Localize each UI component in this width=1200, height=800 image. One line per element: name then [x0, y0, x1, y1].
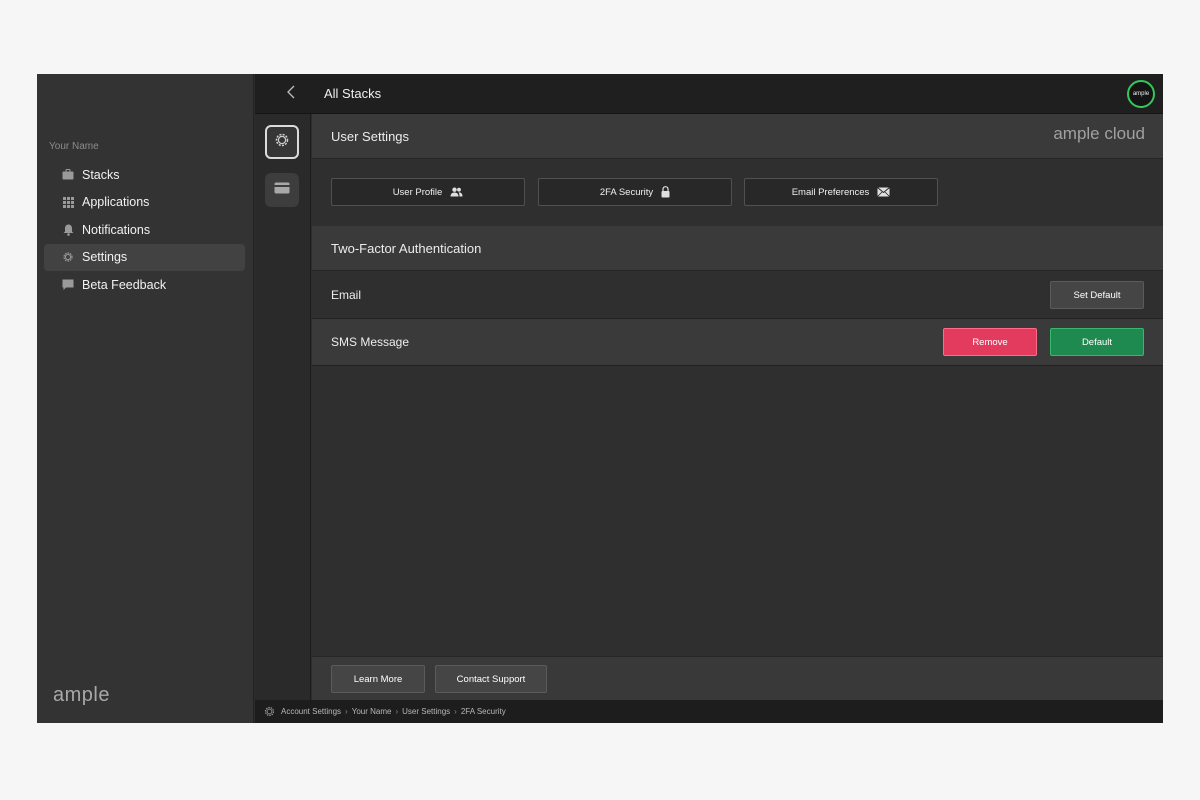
- 2fa-method-row-sms: SMS Message Remove Default: [312, 319, 1163, 366]
- remove-button[interactable]: Remove: [943, 328, 1037, 356]
- section-title: Two-Factor Authentication: [331, 240, 482, 256]
- main-panel: User Settings ample cloud User Profile 2…: [312, 114, 1163, 700]
- tab-email-preferences[interactable]: Email Preferences: [744, 178, 938, 206]
- breadcrumb-separator: ›: [395, 707, 399, 716]
- sidebar-item-settings[interactable]: Settings: [44, 243, 245, 271]
- tab-2fa-security[interactable]: 2FA Security: [538, 178, 732, 206]
- contact-support-button[interactable]: Contact Support: [435, 665, 547, 693]
- sidebar-item-stacks[interactable]: Stacks: [44, 161, 245, 189]
- avatar[interactable]: ample: [1127, 80, 1155, 108]
- breadcrumb-item[interactable]: Account Settings: [281, 707, 341, 716]
- sidebar-item-label: Stacks: [82, 167, 120, 182]
- grid-icon: [62, 196, 74, 208]
- breadcrumb-item[interactable]: User Settings: [402, 707, 450, 716]
- gear-icon: [264, 706, 275, 717]
- tab-label: Email Preferences: [791, 186, 870, 198]
- sidebar-item-label: Settings: [82, 250, 128, 265]
- two-factor-header: Two-Factor Authentication: [312, 226, 1163, 271]
- chat-bubble-icon: [62, 279, 74, 291]
- settings-tabs: User Profile 2FA Security Email Preferen…: [312, 160, 1163, 225]
- sidebar-item-label: Notifications: [82, 222, 151, 237]
- envelope-icon: [877, 187, 891, 197]
- breadcrumb: Account Settings › Your Name › User Sett…: [255, 700, 1163, 723]
- rail-billing-button[interactable]: [265, 173, 299, 207]
- default-button[interactable]: Default: [1050, 328, 1144, 356]
- breadcrumb-separator: ›: [345, 707, 348, 716]
- gear-icon: [274, 132, 290, 153]
- tab-label: 2FA Security: [599, 186, 654, 198]
- footer-actions: Learn More Contact Support: [312, 656, 1163, 700]
- chevron-left-icon: [287, 85, 295, 104]
- app-window: Your Name Stacks Applications Notificati…: [37, 74, 1163, 723]
- learn-more-button[interactable]: Learn More: [331, 665, 425, 693]
- sidebar-item-beta-feedback[interactable]: Beta Feedback: [44, 271, 245, 299]
- rail-user-settings-button[interactable]: [265, 125, 299, 159]
- method-label: Email: [331, 288, 362, 302]
- back-button[interactable]: [283, 84, 299, 104]
- ample-cloud-logo: ample cloud: [1053, 124, 1145, 143]
- sidebar-user-name: Your Name: [49, 141, 99, 152]
- credit-card-icon: [274, 181, 290, 199]
- method-label: SMS Message: [331, 335, 410, 349]
- breadcrumb-item[interactable]: 2FA Security: [461, 707, 506, 716]
- sidebar-item-label: Beta Feedback: [82, 277, 167, 292]
- sidebar-item-applications[interactable]: Applications: [44, 189, 245, 217]
- lock-icon: [661, 186, 670, 198]
- section-title: User Settings: [331, 128, 410, 144]
- tab-label: User Profile: [392, 186, 443, 198]
- breadcrumb-separator: ›: [454, 707, 457, 716]
- page-title: All Stacks: [324, 86, 382, 101]
- briefcase-icon: [62, 169, 74, 181]
- sidebar-item-notifications[interactable]: Notifications: [44, 216, 245, 244]
- ample-logo: ample: [53, 684, 110, 706]
- user-settings-header: User Settings ample cloud: [312, 114, 1163, 159]
- breadcrumb-item[interactable]: Your Name: [352, 707, 392, 716]
- settings-rail: [255, 114, 311, 700]
- sidebar-nav: Stacks Applications Notifications Settin…: [44, 161, 245, 299]
- tab-user-profile[interactable]: User Profile: [331, 178, 525, 206]
- top-bar: All Stacks ample: [255, 74, 1163, 114]
- 2fa-method-row-email: Email Set Default: [312, 272, 1163, 319]
- users-icon: [450, 187, 463, 197]
- bell-icon: [62, 224, 74, 236]
- gear-icon: [62, 251, 74, 263]
- set-default-button[interactable]: Set Default: [1050, 281, 1144, 309]
- sidebar-item-label: Applications: [82, 195, 150, 210]
- sidebar: Your Name Stacks Applications Notificati…: [37, 74, 254, 723]
